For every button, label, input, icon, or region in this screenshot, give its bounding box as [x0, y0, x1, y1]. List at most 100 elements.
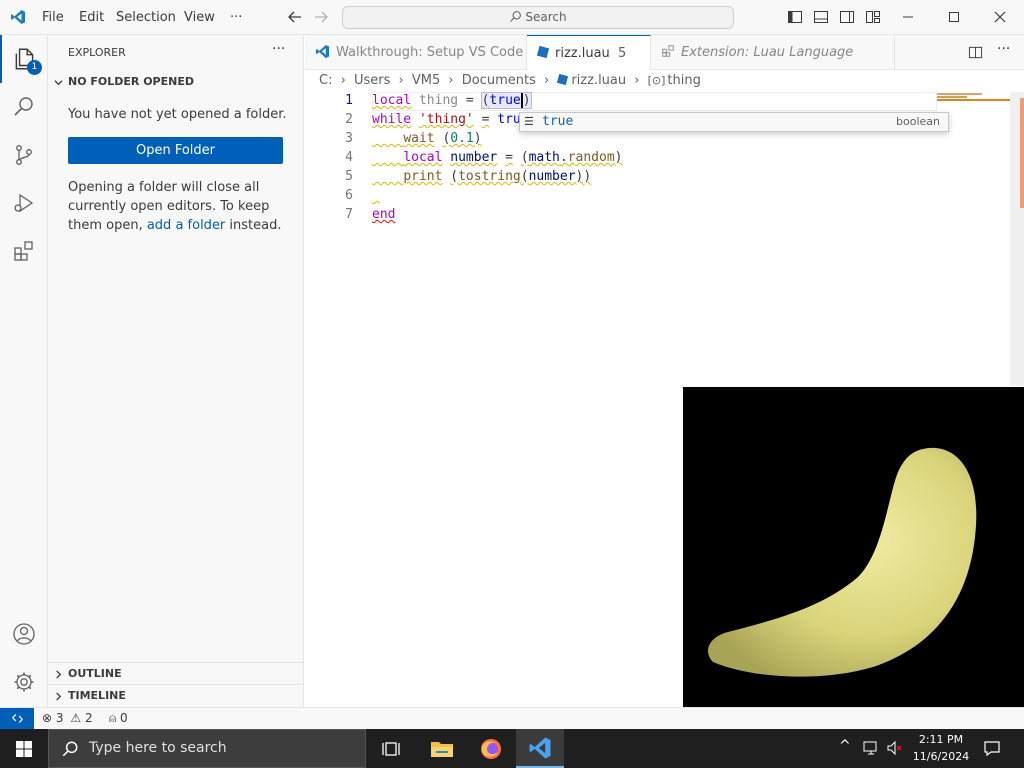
taskbar-search-box[interactable]: Type here to search: [48, 729, 366, 768]
activity-search[interactable]: [0, 83, 48, 131]
network-icon[interactable]: [862, 740, 880, 756]
file-explorer-taskbar-button[interactable]: [418, 729, 466, 768]
gear-icon: [14, 672, 34, 692]
toggle-primary-sidebar-icon[interactable]: [787, 9, 803, 25]
timeline-title: TIMELINE: [68, 689, 126, 702]
sidebar-title: EXPLORER: [68, 46, 126, 59]
firefox-icon: [481, 738, 501, 759]
activity-accounts[interactable]: [0, 610, 48, 658]
warning-icon: ⚠: [70, 711, 82, 725]
line-number: 2: [345, 112, 353, 127]
task-view-button[interactable]: [368, 729, 416, 768]
timeline-section-header[interactable]: TIMELINE: [48, 684, 303, 706]
suggestion-label: true: [542, 114, 574, 129]
breadcrumb-separator-icon: ›: [448, 73, 454, 88]
line-number: 5: [345, 169, 353, 184]
suggestion-item[interactable]: ☰ true boolean: [520, 113, 948, 131]
remote-indicator[interactable]: [0, 708, 34, 729]
code-line-7: end: [372, 207, 396, 222]
outline-title: OUTLINE: [68, 667, 122, 680]
forward-arrow-icon[interactable]: [313, 9, 329, 25]
menu-selection[interactable]: Selection: [116, 0, 176, 35]
toggle-panel-icon[interactable]: [813, 9, 829, 25]
code-line-2: while 'thing' = tru: [372, 112, 521, 127]
warning-count: 2: [84, 711, 93, 725]
notification-icon[interactable]: [983, 739, 1001, 757]
line-number: 3: [345, 131, 353, 146]
minimize-icon[interactable]: [900, 9, 916, 25]
open-folder-button[interactable]: Open Folder: [68, 137, 283, 164]
system-clock[interactable]: 2:11 PM 11/6/2024: [910, 731, 972, 765]
command-center-search[interactable]: Search: [342, 6, 734, 29]
search-label: Search: [525, 10, 567, 24]
vscode-taskbar-button[interactable]: [516, 729, 564, 768]
breadcrumb-separator-icon: ›: [340, 73, 346, 88]
activity-run-debug[interactable]: [0, 179, 48, 227]
breadcrumb-symbol[interactable]: thing: [667, 73, 700, 88]
ports-count: 0: [120, 711, 128, 725]
breadcrumb-documents[interactable]: Documents: [462, 73, 536, 88]
show-hidden-icons-chevron-icon[interactable]: ^: [839, 738, 851, 754]
toggle-secondary-sidebar-icon[interactable]: [839, 9, 855, 25]
tab-label: Walkthrough: Setup VS Code: [336, 45, 524, 60]
clock-date: 11/6/2024: [912, 750, 970, 763]
menu-view[interactable]: View: [184, 0, 215, 35]
editor-more-actions[interactable]: ···: [997, 41, 1010, 57]
ports-indicator[interactable]: ⍝ 0: [109, 708, 128, 729]
close-icon[interactable]: [992, 9, 1008, 25]
vscode-logo-icon: [11, 10, 25, 24]
taskbar-search-placeholder: Type here to search: [89, 740, 227, 756]
keyword-symbol-icon: ☰: [524, 115, 534, 128]
breadcrumb-file[interactable]: rizz.luau: [571, 73, 626, 88]
tab-problem-count: 5: [617, 46, 627, 61]
extensions-icon: [14, 241, 33, 261]
maximize-icon[interactable]: [946, 9, 962, 25]
menu-edit[interactable]: Edit: [79, 0, 104, 35]
explorer-sidebar: EXPLORER ··· NO FOLDER OPENED You have n…: [48, 35, 304, 707]
activity-extensions[interactable]: [0, 227, 48, 275]
customize-layout-icon[interactable]: [865, 9, 881, 25]
breadcrumb-separator-icon: ›: [634, 73, 640, 88]
split-editor-icon[interactable]: [968, 45, 983, 60]
minimap[interactable]: [937, 92, 1010, 104]
run-debug-icon: [14, 193, 34, 213]
no-folder-section-header[interactable]: NO FOLDER OPENED: [48, 71, 303, 93]
luau-file-icon: [536, 45, 550, 59]
code-line-3: wait (0.1): [403, 131, 482, 146]
add-folder-link[interactable]: add a folder: [147, 218, 225, 233]
activity-source-control[interactable]: [0, 131, 48, 179]
start-button[interactable]: [0, 729, 48, 768]
code-line-1: local thing = (true): [372, 92, 532, 109]
tab-rizz-luau[interactable]: rizz.luau 5 ●: [527, 35, 651, 96]
tab-extension-luau[interactable]: Extension: Luau Language Server: [651, 35, 895, 95]
breadcrumb-users[interactable]: Users: [354, 73, 390, 88]
problems-indicator[interactable]: ⊗ 3 ⚠ 2: [42, 708, 93, 729]
status-bar: ⊗ 3 ⚠ 2 ⍝ 0: [0, 707, 1024, 729]
outline-section-header[interactable]: OUTLINE: [48, 662, 303, 684]
breadcrumb-vm5[interactable]: VM5: [412, 73, 440, 88]
suggestion-detail: boolean: [896, 115, 940, 128]
menu-file[interactable]: File: [42, 0, 64, 35]
activity-manage[interactable]: [0, 658, 48, 706]
breadcrumb-drive[interactable]: C:: [319, 73, 332, 88]
firefox-taskbar-button[interactable]: [467, 729, 515, 768]
editor-scrollbar[interactable]: [1010, 92, 1024, 386]
luau-file-icon: [557, 73, 569, 86]
activity-explorer[interactable]: 1: [0, 35, 48, 83]
line-number: 1: [345, 93, 353, 108]
volume-muted-icon[interactable]: [886, 740, 904, 756]
editor-tabs: Walkthrough: Setup VS Code rizz.luau 5 ●…: [305, 35, 1024, 96]
breadcrumb-separator-icon: ›: [398, 73, 404, 88]
broadcast-icon: ⍝: [109, 711, 117, 725]
back-arrow-icon[interactable]: [287, 9, 303, 25]
tab-label: rizz.luau: [555, 46, 610, 61]
source-control-icon: [16, 145, 32, 165]
menu-more[interactable]: ···: [230, 0, 242, 35]
tab-walkthrough[interactable]: Walkthrough: Setup VS Code: [305, 35, 527, 70]
no-folder-section-title: NO FOLDER OPENED: [68, 75, 194, 88]
code-line-4: local number = (math.random): [403, 150, 623, 165]
chip-image: [708, 447, 977, 677]
account-icon: [13, 623, 35, 645]
sidebar-more-button[interactable]: ···: [272, 41, 285, 57]
